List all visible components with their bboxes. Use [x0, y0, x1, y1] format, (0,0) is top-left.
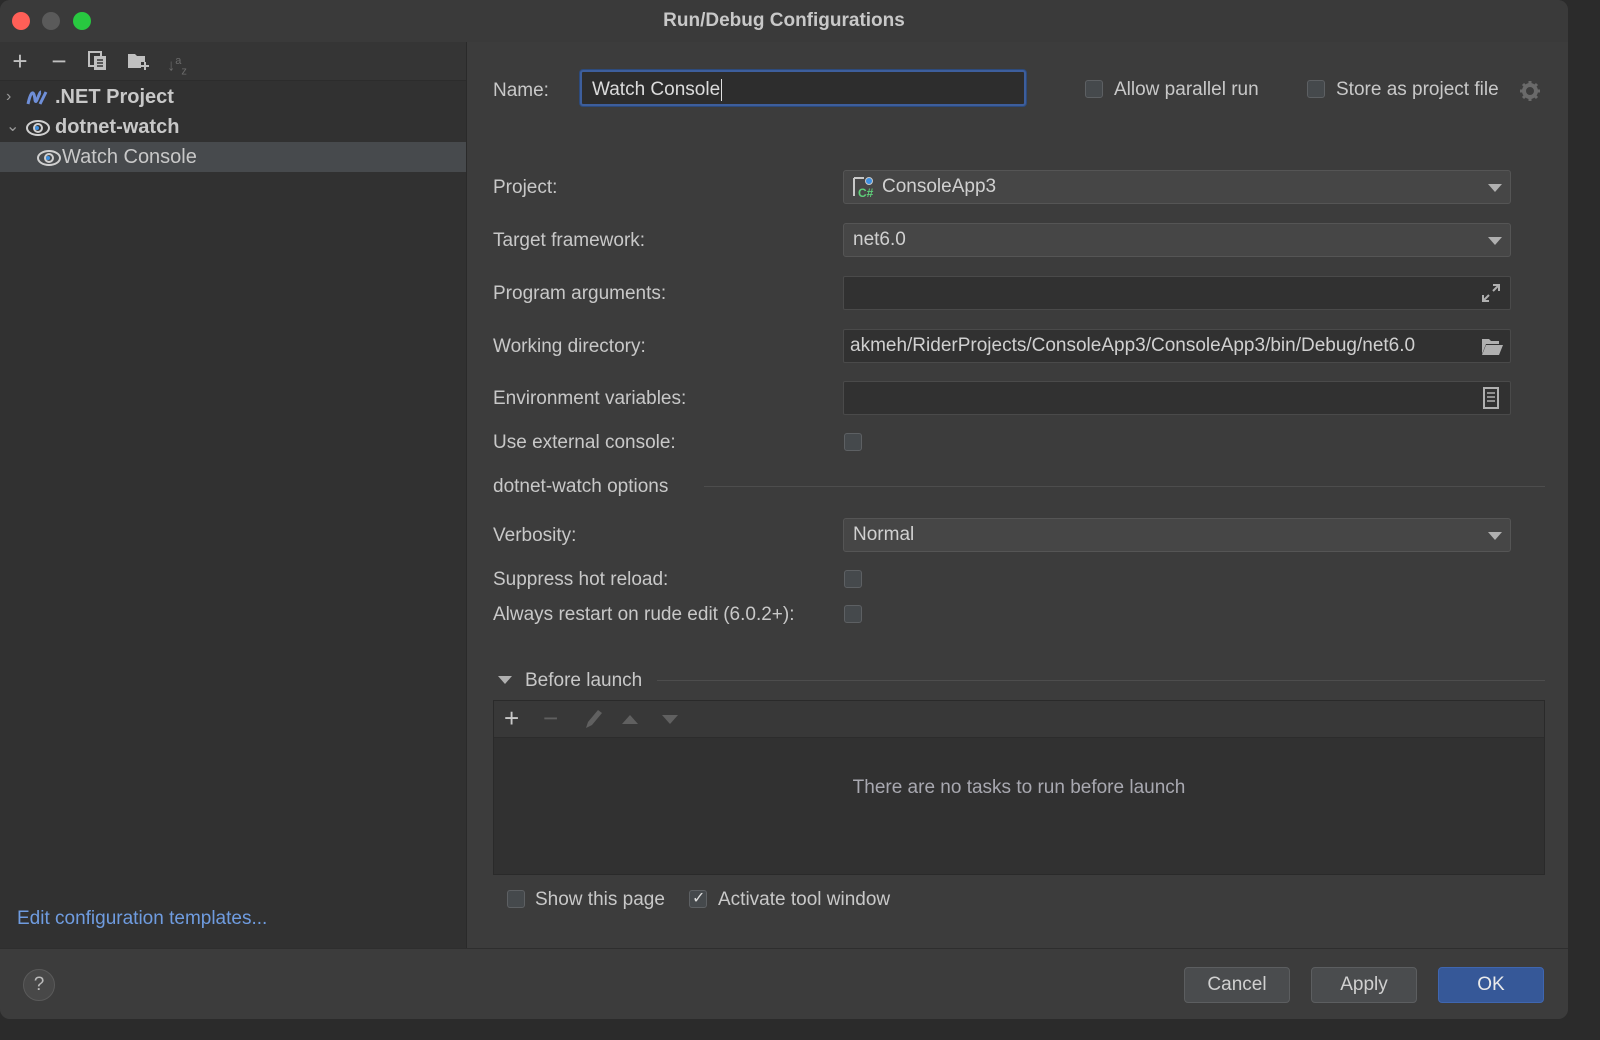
- project-value: ConsoleApp3: [882, 176, 997, 197]
- dropdown-arrow-icon: [1488, 532, 1502, 540]
- section-divider: [704, 486, 1545, 487]
- tree-item-dotnet-watch[interactable]: ⌄ dotnet-watch: [0, 112, 466, 142]
- sort-icon[interactable]: ↓az: [165, 50, 189, 78]
- remove-icon[interactable]: −: [47, 48, 71, 74]
- chevron-down-icon[interactable]: ⌄: [6, 112, 19, 142]
- tree-item-label: dotnet-watch: [55, 116, 180, 138]
- before-launch-toolbar: + −: [494, 701, 1544, 738]
- activate-tool-window-checkbox[interactable]: [689, 888, 707, 908]
- apply-button[interactable]: Apply: [1311, 967, 1417, 1003]
- dotnet-watch-options-section-title: dotnet-watch options: [493, 476, 669, 497]
- suppress-hot-reload-label: Suppress hot reload:: [493, 569, 669, 590]
- dropdown-arrow-icon: [1488, 184, 1502, 192]
- suppress-hot-reload-checkbox[interactable]: [844, 570, 862, 588]
- program-arguments-input[interactable]: [843, 276, 1511, 310]
- collapse-before-launch-icon[interactable]: [498, 676, 512, 684]
- use-external-console-checkbox[interactable]: [844, 433, 862, 451]
- target-framework-label: Target framework:: [493, 230, 646, 251]
- tree-item-watch-console[interactable]: Watch Console: [0, 142, 466, 172]
- environment-variables-label: Environment variables:: [493, 388, 687, 409]
- verbosity-label: Verbosity:: [493, 525, 577, 546]
- project-dropdown[interactable]: C# ConsoleApp3: [843, 170, 1511, 204]
- name-label: Name:: [493, 80, 549, 101]
- store-as-project-file-label: Store as project file: [1336, 79, 1499, 100]
- project-label: Project:: [493, 177, 558, 198]
- help-button[interactable]: ?: [23, 969, 55, 1001]
- svg-text:C#: C#: [858, 186, 874, 198]
- add-task-icon[interactable]: +: [504, 703, 519, 734]
- section-divider: [657, 680, 1545, 681]
- edit-task-icon[interactable]: [582, 708, 604, 735]
- show-this-page-checkbox[interactable]: [507, 890, 525, 908]
- configuration-form: Name: Watch Console Allow parallel run S…: [467, 42, 1568, 948]
- dotnet-icon: [26, 87, 50, 107]
- chevron-right-icon[interactable]: ›: [6, 82, 11, 112]
- add-icon[interactable]: +: [8, 48, 32, 74]
- text-caret: [721, 78, 723, 101]
- working-directory-value: akmeh/RiderProjects/ConsoleApp3/ConsoleA…: [850, 335, 1416, 356]
- dialog-footer: ? Cancel Apply OK: [0, 948, 1568, 1019]
- target-framework-dropdown[interactable]: net6.0: [843, 223, 1511, 257]
- always-restart-label: Always restart on rude edit (6.0.2+):: [493, 604, 795, 625]
- use-external-console-label: Use external console:: [493, 432, 676, 453]
- target-framework-value: net6.0: [853, 229, 906, 250]
- program-arguments-label: Program arguments:: [493, 283, 667, 304]
- before-launch-title[interactable]: Before launch: [525, 670, 642, 692]
- edit-list-icon[interactable]: [1480, 387, 1502, 409]
- run-debug-configurations-dialog: Run/Debug Configurations + − ↓az › .NET …: [0, 0, 1568, 1019]
- eye-icon: [36, 147, 61, 167]
- no-tasks-message: There are no tasks to run before launch: [852, 777, 1186, 798]
- dropdown-arrow-icon: [1488, 237, 1502, 245]
- sidebar-toolbar: + − ↓az: [0, 42, 466, 81]
- verbosity-value: Normal: [853, 524, 915, 545]
- show-this-page-label: Show this page: [535, 889, 665, 910]
- working-directory-label: Working directory:: [493, 336, 646, 357]
- gear-icon[interactable]: [1519, 80, 1541, 102]
- csharp-project-icon: C#: [852, 176, 876, 200]
- move-down-icon[interactable]: [662, 715, 678, 724]
- environment-variables-input[interactable]: [843, 381, 1511, 415]
- title-bar: Run/Debug Configurations: [0, 0, 1568, 42]
- before-launch-task-list: + − There are no tasks to run before lau…: [493, 700, 1545, 875]
- allow-parallel-run-label: Allow parallel run: [1114, 79, 1259, 100]
- allow-parallel-run-checkbox[interactable]: [1085, 80, 1103, 98]
- verbosity-dropdown[interactable]: Normal: [843, 518, 1511, 552]
- copy-icon[interactable]: [86, 50, 110, 72]
- folder-open-icon[interactable]: [1480, 335, 1503, 357]
- eye-icon: [25, 117, 50, 137]
- cancel-button[interactable]: Cancel: [1184, 967, 1290, 1003]
- ok-button[interactable]: OK: [1438, 967, 1544, 1003]
- tree-item-label: .NET Project: [55, 86, 174, 108]
- always-restart-checkbox[interactable]: [844, 605, 862, 623]
- configurations-sidebar: + − ↓az › .NET Project ⌄ dotnet-watch Wa…: [0, 42, 467, 948]
- new-folder-icon[interactable]: [126, 50, 150, 72]
- name-input-value: Watch Console: [592, 79, 721, 100]
- store-as-project-file-checkbox[interactable]: [1307, 80, 1325, 98]
- tree-item-dotnet-project[interactable]: › .NET Project: [0, 82, 466, 112]
- expand-icon[interactable]: [1480, 282, 1502, 304]
- edit-configuration-templates-link[interactable]: Edit configuration templates...: [17, 908, 267, 930]
- tree-item-label: Watch Console: [62, 146, 197, 168]
- working-directory-input[interactable]: akmeh/RiderProjects/ConsoleApp3/ConsoleA…: [843, 329, 1511, 363]
- window-title: Run/Debug Configurations: [663, 10, 905, 31]
- remove-task-icon[interactable]: −: [543, 703, 558, 734]
- name-input[interactable]: Watch Console: [580, 70, 1026, 106]
- activate-tool-window-label: Activate tool window: [718, 889, 891, 910]
- move-up-icon[interactable]: [622, 715, 638, 724]
